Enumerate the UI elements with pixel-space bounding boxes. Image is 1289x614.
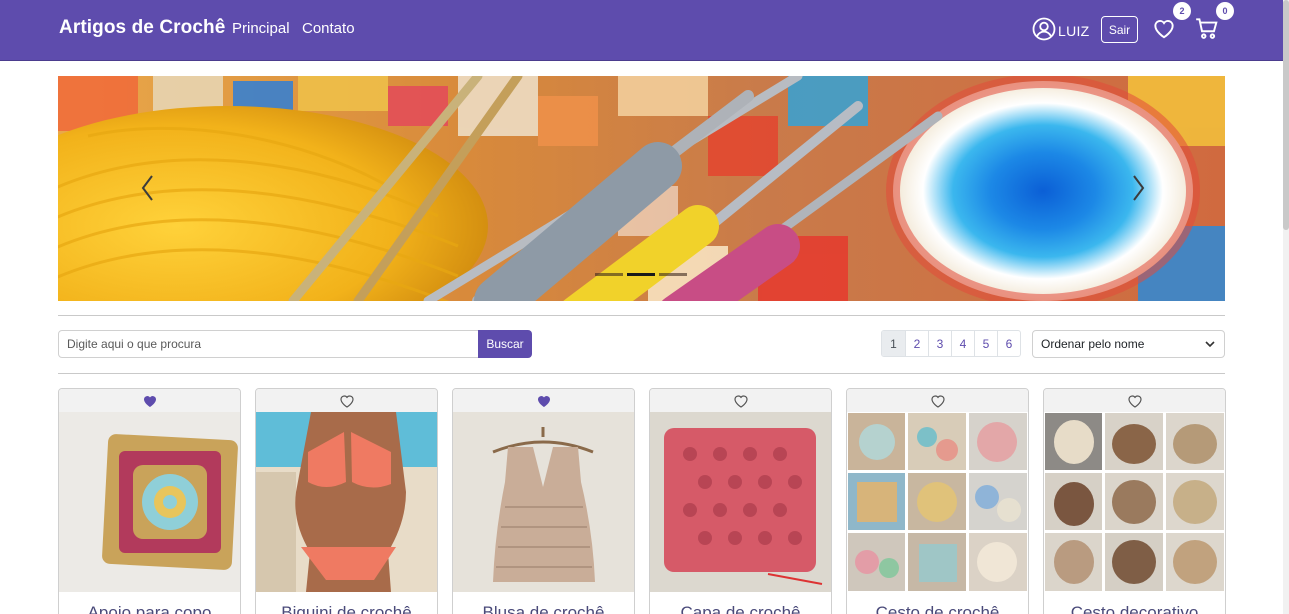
card-header (650, 389, 831, 412)
page-1[interactable]: 1 (882, 331, 905, 356)
product-title[interactable]: Cesto decorativo (1044, 603, 1225, 614)
brand-logo[interactable]: Artigos de Crochê (59, 17, 225, 39)
carousel-prev-button[interactable] (134, 172, 164, 204)
page-scrollbar[interactable] (1283, 0, 1289, 614)
product-card[interactable]: Cesto decorativo (1043, 388, 1226, 614)
carousel-indicator-active[interactable] (627, 273, 655, 276)
heart-filled-icon[interactable] (142, 393, 158, 409)
chevron-right-icon (1133, 175, 1145, 201)
scrollbar-thumb[interactable] (1283, 0, 1289, 230)
user-circle-icon (1032, 17, 1056, 41)
sort-select[interactable]: Ordenar pelo nome (1032, 330, 1225, 358)
heart-outline-icon (1154, 20, 1174, 39)
product-image[interactable] (453, 412, 634, 592)
search-button[interactable]: Buscar (478, 330, 532, 358)
card-header (59, 389, 240, 412)
product-image[interactable] (256, 412, 437, 592)
heart-outline-icon[interactable] (930, 393, 946, 409)
chevron-left-icon (141, 175, 153, 201)
card-header (1044, 389, 1225, 412)
sort-selected-label: Ordenar pelo nome (1041, 337, 1145, 351)
product-card[interactable]: Capa de crochê (649, 388, 832, 614)
search-input[interactable] (58, 330, 479, 358)
card-header (256, 389, 437, 412)
product-title[interactable]: Blusa de crochê (453, 603, 634, 614)
favorites-count-badge: 2 (1173, 2, 1191, 20)
cart-icon (1196, 18, 1218, 39)
user-menu[interactable]: LUIZ (1032, 16, 1090, 42)
divider (58, 373, 1225, 374)
carousel-indicator[interactable] (659, 273, 687, 276)
carousel-banner-image (58, 76, 1225, 301)
heart-filled-icon[interactable] (536, 393, 552, 409)
page-5[interactable]: 5 (974, 331, 997, 356)
nav-link-principal[interactable]: Principal (232, 20, 290, 37)
chevron-down-icon (1205, 341, 1215, 348)
card-header (453, 389, 634, 412)
carousel-next-button[interactable] (1122, 172, 1152, 204)
heart-outline-icon[interactable] (733, 393, 749, 409)
divider (58, 315, 1225, 316)
favorites-button[interactable]: 2 (1151, 2, 1191, 43)
hero-carousel (58, 76, 1225, 301)
product-title[interactable]: Capa de crochê (650, 603, 831, 614)
page-6[interactable]: 6 (997, 331, 1020, 356)
page-2[interactable]: 2 (905, 331, 928, 356)
product-image[interactable] (650, 412, 831, 592)
page-3[interactable]: 3 (928, 331, 951, 356)
heart-outline-icon[interactable] (1127, 393, 1143, 409)
product-card[interactable]: Apoio para copo (58, 388, 241, 614)
carousel-indicator[interactable] (595, 273, 623, 276)
product-image[interactable] (59, 412, 240, 592)
product-image[interactable] (847, 412, 1028, 592)
cart-count-badge: 0 (1216, 2, 1234, 20)
product-card[interactable]: Biquini de crochê (255, 388, 438, 614)
page-4[interactable]: 4 (951, 331, 974, 356)
pagination: 1 2 3 4 5 6 (881, 330, 1021, 357)
product-image[interactable] (1044, 412, 1225, 592)
product-title[interactable]: Apoio para copo (59, 603, 240, 614)
cart-button[interactable]: 0 (1194, 2, 1234, 43)
navbar: Artigos de Crochê Principal Contato LUIZ… (0, 0, 1283, 61)
user-name: LUIZ (1058, 22, 1090, 39)
nav-link-contato[interactable]: Contato (302, 20, 355, 37)
product-card[interactable]: Blusa de crochê (452, 388, 635, 614)
logout-button[interactable]: Sair (1101, 16, 1138, 43)
card-header (847, 389, 1028, 412)
product-card[interactable]: Cesto de crochê (846, 388, 1029, 614)
product-title[interactable]: Biquini de crochê (256, 603, 437, 614)
carousel-indicators (595, 273, 687, 276)
heart-outline-icon[interactable] (339, 393, 355, 409)
product-title[interactable]: Cesto de crochê (847, 603, 1028, 614)
